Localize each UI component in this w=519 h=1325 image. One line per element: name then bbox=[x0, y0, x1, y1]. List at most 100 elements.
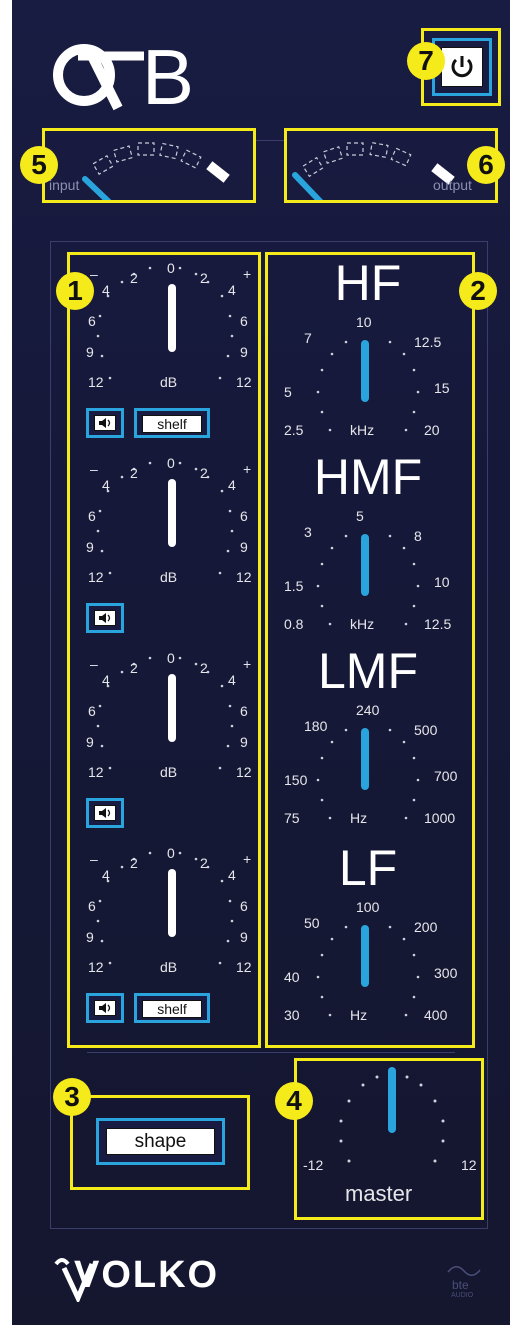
freq-scale-dots bbox=[316, 340, 420, 432]
freq-fader[interactable] bbox=[361, 340, 369, 402]
shape-button[interactable]: shape bbox=[96, 1118, 225, 1165]
freq-unit-label: Hz bbox=[350, 810, 368, 826]
shelf-button[interactable]: shelf bbox=[134, 408, 210, 438]
gain-scale-right-label: 12 bbox=[236, 569, 252, 585]
gain-scale-right-label: 12 bbox=[236, 959, 252, 975]
freq-scale-dots bbox=[316, 728, 420, 820]
master-fader[interactable] bbox=[388, 1067, 396, 1133]
annotation-badge-3: 3 bbox=[53, 1078, 91, 1116]
gain-scale-left-label: 9 bbox=[86, 929, 94, 945]
freq-scale-label: 180 bbox=[304, 718, 328, 734]
gain-unit-label: dB bbox=[160, 374, 178, 390]
gain-fader[interactable] bbox=[168, 284, 176, 352]
plugin-window: B 7 input 5 output 6 1 – 4 6 9 12 2 0 2 … bbox=[0, 0, 519, 1325]
band-listen-button[interactable] bbox=[86, 993, 124, 1023]
gain-scale-right-label: + bbox=[243, 851, 252, 867]
gain-scale-left-label: 9 bbox=[86, 344, 94, 360]
vendor-bottom: AUDIO bbox=[451, 1292, 474, 1299]
freq-unit-label: kHz bbox=[350, 616, 375, 632]
gain-scale-left-label: – bbox=[90, 656, 98, 672]
input-label: input bbox=[49, 177, 80, 193]
band-listen-button[interactable] bbox=[86, 408, 124, 438]
gain-scale-right-label: 9 bbox=[240, 734, 248, 750]
speaker-icon bbox=[99, 808, 111, 818]
gain-scale-left-label: 6 bbox=[88, 508, 96, 524]
footer-brand: VOLKO bbox=[74, 1254, 220, 1296]
listen-button-face bbox=[94, 1000, 116, 1016]
gain-band: –4 6 9 12 2 0 2 +4 6 9 12 dB bbox=[72, 650, 258, 830]
listen-button-face bbox=[94, 805, 116, 821]
power-button-face bbox=[441, 47, 483, 87]
speaker-icon bbox=[99, 613, 111, 623]
gain-scale-right-label: 9 bbox=[240, 539, 248, 555]
band-listen-button[interactable] bbox=[86, 798, 124, 828]
meter-divider-line bbox=[255, 140, 285, 141]
gain-unit-label: dB bbox=[160, 569, 178, 585]
freq-fader[interactable] bbox=[361, 534, 369, 596]
output-meter: output bbox=[287, 131, 495, 222]
freq-scale-label: 12.5 bbox=[414, 334, 442, 350]
gain-scale-top-label: 2 bbox=[130, 270, 138, 286]
qfb-logo: B bbox=[52, 33, 212, 121]
freq-scale-label: 300 bbox=[434, 965, 458, 981]
gain-scale-top-label: 0 bbox=[167, 845, 175, 861]
master-knob[interactable]: -12 12 master bbox=[297, 1061, 481, 1217]
freq-scale-label: 10 bbox=[434, 574, 450, 590]
gain-band: –4 6 9 12 2 0 2 +4 6 9 12 dB shelf bbox=[72, 260, 258, 440]
freq-scale-dots bbox=[316, 925, 420, 1017]
bte-audio-logo: bte AUDIO bbox=[444, 1262, 484, 1308]
gain-scale-top-label: 2 bbox=[200, 465, 208, 481]
gain-fader[interactable] bbox=[168, 479, 176, 547]
gain-scale-top-label: 2 bbox=[200, 660, 208, 676]
gain-scale-left-label: – bbox=[90, 851, 98, 867]
freq-scale-label: 500 bbox=[414, 722, 438, 738]
gain-fader[interactable] bbox=[168, 674, 176, 742]
band-listen-button[interactable] bbox=[86, 603, 124, 633]
gain-scale-top-label: 2 bbox=[130, 660, 138, 676]
freq-scale-label: 12.5 bbox=[424, 616, 452, 632]
gain-scale-left-label: – bbox=[90, 266, 98, 282]
master-min-label: -12 bbox=[303, 1157, 324, 1173]
logo-letter-b: B bbox=[142, 33, 195, 121]
listen-button-face bbox=[94, 610, 116, 626]
freq-scale-label: 15 bbox=[434, 380, 450, 396]
gain-scale-left-label: 6 bbox=[88, 703, 96, 719]
gain-scale-right-label: 6 bbox=[240, 313, 248, 329]
freq-scale-label: 2.5 bbox=[284, 422, 304, 438]
freq-fader[interactable] bbox=[361, 728, 369, 790]
shelf-button[interactable]: shelf bbox=[134, 993, 210, 1023]
freq-band: HMF 5 3 8 1.5 10 0.8 12.5 kHz bbox=[270, 449, 470, 636]
freq-scale-label: 30 bbox=[284, 1007, 300, 1023]
freq-fader[interactable] bbox=[361, 925, 369, 987]
gain-unit-label: dB bbox=[160, 764, 178, 780]
freq-scale-label: 3 bbox=[304, 524, 312, 540]
freq-scale-label: 7 bbox=[304, 330, 312, 346]
freq-scale-label: 700 bbox=[434, 768, 458, 784]
gain-scale-top-label: 2 bbox=[130, 465, 138, 481]
gain-scale-right-label: 4 bbox=[228, 672, 236, 688]
gain-band: –4 6 9 12 2 0 2 +4 6 9 12 dB bbox=[72, 455, 258, 635]
freq-scale-label: 100 bbox=[356, 899, 380, 915]
freq-scale-label: 1.5 bbox=[284, 578, 304, 594]
freq-scale-label: 5 bbox=[284, 384, 292, 400]
annotation-badge-5: 5 bbox=[20, 146, 58, 184]
gain-scale-left-label: 4 bbox=[102, 282, 110, 298]
freq-scale-label: 1000 bbox=[424, 810, 456, 826]
gain-band: –4 6 9 12 2 0 2 +4 6 9 12 dB shelf bbox=[72, 845, 258, 1025]
annotation-badge-7: 7 bbox=[407, 42, 445, 80]
annotation-badge-6: 6 bbox=[467, 146, 505, 184]
gain-scale-left-label: 12 bbox=[88, 959, 104, 975]
shelf-button-label: shelf bbox=[142, 415, 202, 433]
gain-scale-right-label: 9 bbox=[240, 929, 248, 945]
gain-fader[interactable] bbox=[168, 869, 176, 937]
freq-scale-label: 200 bbox=[414, 919, 438, 935]
gain-scale-right-label: 12 bbox=[236, 374, 252, 390]
gain-scale-right-label: + bbox=[243, 266, 252, 282]
gain-scale-left-label: 6 bbox=[88, 313, 96, 329]
section-divider-line bbox=[87, 1052, 455, 1053]
gain-scale-left-label: 12 bbox=[88, 374, 104, 390]
listen-button-face bbox=[94, 415, 116, 431]
freq-band: HF 10 7 12.5 5 15 2.5 20 kHz bbox=[270, 255, 470, 442]
vendor-top: bte bbox=[452, 1278, 469, 1292]
gain-scale-right-label: + bbox=[243, 656, 252, 672]
